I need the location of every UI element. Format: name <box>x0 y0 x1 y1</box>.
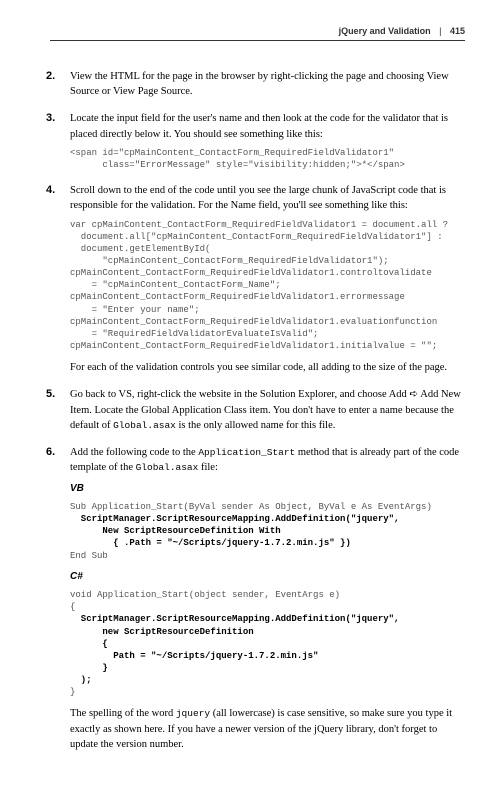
step-text-part3: file: <box>198 462 218 473</box>
step-2: View the HTML for the page in the browse… <box>50 69 465 99</box>
code-block-vb: Sub Application_Start(ByVal sender As Ob… <box>70 501 465 562</box>
language-label-vb: VB <box>70 482 465 497</box>
inline-code: Global.asax <box>136 462 199 473</box>
step-text: Scroll down to the end of the code until… <box>70 185 446 211</box>
inline-code: Global.asax <box>113 420 176 431</box>
step-text: View the HTML for the page in the browse… <box>70 71 449 97</box>
header-separator: | <box>439 26 441 36</box>
code-block: var cpMainContent_ContactForm_RequiredFi… <box>70 219 465 353</box>
step-list: View the HTML for the page in the browse… <box>50 69 465 752</box>
step-6: Add the following code to the Applicatio… <box>50 445 465 752</box>
step-3: Locate the input field for the user's na… <box>50 111 465 171</box>
header-section: jQuery and Validation <box>339 26 431 36</box>
step-5: Go back to VS, right-click the website i… <box>50 387 465 433</box>
inline-code: jquery <box>176 708 210 719</box>
step-text: Locate the input field for the user's na… <box>70 113 448 139</box>
inline-code: Application_Start <box>198 447 295 458</box>
step-after-text: For each of the validation controls you … <box>70 360 465 375</box>
step-text-part2: is the only allowed name for this file. <box>176 420 336 431</box>
code-block: <span id="cpMainContent_ContactForm_Requ… <box>70 147 465 171</box>
step-4: Scroll down to the end of the code until… <box>50 183 465 375</box>
page-header: jQuery and Validation | 415 <box>50 25 465 41</box>
step-after-text: The spelling of the word jquery (all low… <box>70 706 465 752</box>
code-block-cs: void Application_Start(object sender, Ev… <box>70 589 465 698</box>
language-label-cs: C# <box>70 570 465 585</box>
header-page-number: 415 <box>450 26 465 36</box>
step-text-part1: Add the following code to the <box>70 447 198 458</box>
